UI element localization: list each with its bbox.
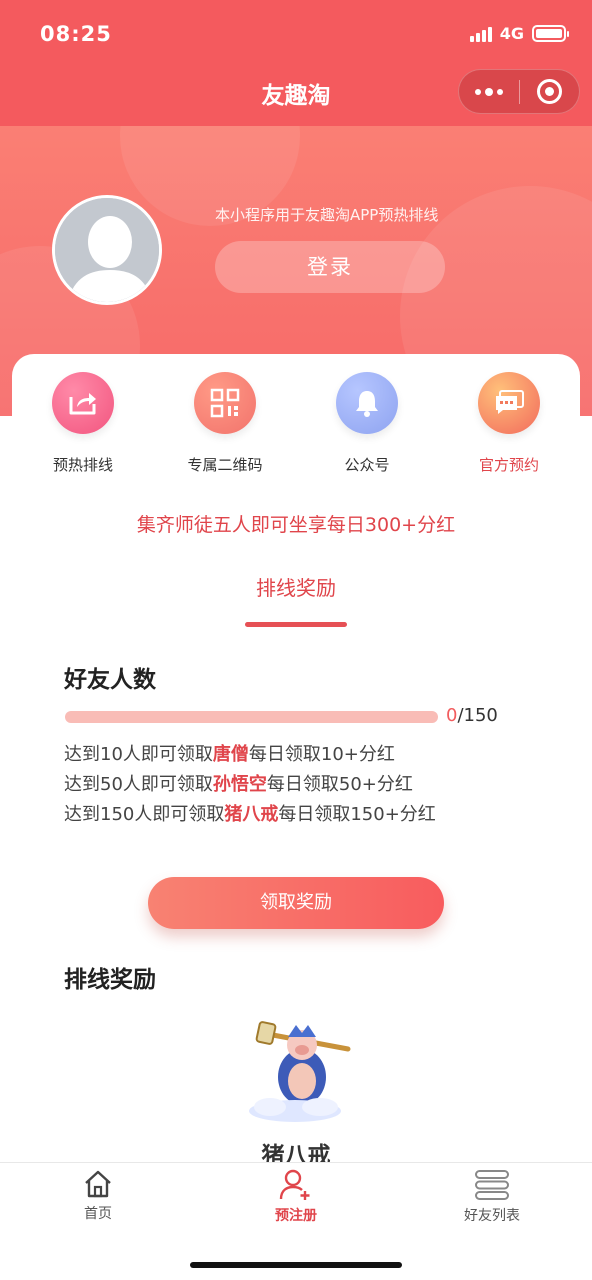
promo-text: 集齐师徒五人即可坐享每日300+分红 bbox=[136, 514, 456, 536]
rule-text: 达到50人即可领取 bbox=[64, 774, 213, 795]
shortcut-official-booking[interactable]: 官方预约 bbox=[438, 372, 580, 475]
chat-icon bbox=[478, 372, 540, 434]
shortcut-label: 公众号 bbox=[344, 456, 390, 474]
close-miniprogram-icon[interactable] bbox=[520, 79, 579, 104]
status-indicators: 4G bbox=[469, 24, 569, 43]
friends-progress-text: 0/150 bbox=[446, 705, 498, 726]
bell-icon bbox=[336, 372, 398, 434]
claim-reward-button[interactable]: 领取奖励 bbox=[148, 877, 444, 929]
avatar[interactable] bbox=[52, 195, 162, 305]
rule-text: 每日领取10+分红 bbox=[248, 744, 395, 765]
rule-line: 达到150人即可领取猪八戒每日领取150+分红 bbox=[64, 800, 436, 826]
network-type: 4G bbox=[499, 24, 524, 43]
tab-label: 首页 bbox=[84, 1206, 112, 1222]
shortcut-label: 预热排线 bbox=[52, 456, 113, 474]
list-icon bbox=[475, 1170, 509, 1200]
shortcut-row: 预热排线 专属二维码 公众号 官方预约 bbox=[12, 372, 580, 475]
tab-friend-list[interactable]: 好友列表 bbox=[432, 1169, 552, 1225]
friends-total: /150 bbox=[457, 705, 498, 726]
rule-line: 达到10人即可领取唐僧每日领取10+分红 bbox=[64, 740, 395, 766]
qrcode-icon bbox=[194, 372, 256, 434]
tab-label: 预注册 bbox=[275, 1208, 317, 1224]
friends-current: 0 bbox=[446, 705, 458, 726]
shortcut-label: 官方预约 bbox=[478, 456, 539, 474]
home-icon bbox=[85, 1170, 111, 1198]
rule-character: 唐僧 bbox=[212, 744, 249, 765]
tab-home[interactable]: 首页 bbox=[38, 1169, 158, 1223]
share-icon bbox=[52, 372, 114, 434]
battery-icon bbox=[532, 25, 569, 42]
character-name: 猪八戒 bbox=[261, 1143, 331, 1162]
home-indicator bbox=[190, 1262, 402, 1268]
miniprogram-capsule bbox=[458, 69, 580, 114]
hero-note: 本小程序用于友趣淘APP预热排线 bbox=[215, 206, 439, 224]
rule-text: 每日领取150+分红 bbox=[278, 804, 436, 825]
rule-text: 达到150人即可领取 bbox=[64, 804, 225, 825]
rule-character: 猪八戒 bbox=[224, 804, 279, 825]
more-icon[interactable] bbox=[459, 87, 519, 96]
friends-progress-bar bbox=[65, 711, 438, 723]
rule-line: 达到50人即可领取孙悟空每日领取50+分红 bbox=[64, 770, 413, 796]
friends-heading: 好友人数 bbox=[64, 667, 156, 693]
tab-reward[interactable]: 排线奖励 bbox=[0, 572, 592, 601]
signal-icon bbox=[469, 26, 492, 42]
rule-text: 每日领取50+分红 bbox=[266, 774, 413, 795]
shortcut-qrcode[interactable]: 专属二维码 bbox=[154, 372, 296, 475]
shortcut-preheat[interactable]: 预热排线 bbox=[12, 372, 154, 475]
reward-section-heading: 排线奖励 bbox=[64, 967, 156, 993]
rule-text: 达到10人即可领取 bbox=[64, 744, 213, 765]
user-add-icon bbox=[279, 1169, 310, 1200]
shortcut-official-account[interactable]: 公众号 bbox=[296, 372, 438, 475]
shortcut-label: 专属二维码 bbox=[187, 456, 263, 474]
tab-indicator bbox=[245, 622, 347, 627]
rule-character: 孙悟空 bbox=[212, 774, 267, 795]
character-image bbox=[240, 1015, 355, 1125]
login-button[interactable]: 登录 bbox=[215, 241, 445, 293]
tab-preregister[interactable]: 预注册 bbox=[236, 1169, 356, 1225]
status-time: 08:25 bbox=[40, 22, 112, 46]
tab-label: 好友列表 bbox=[464, 1208, 520, 1224]
